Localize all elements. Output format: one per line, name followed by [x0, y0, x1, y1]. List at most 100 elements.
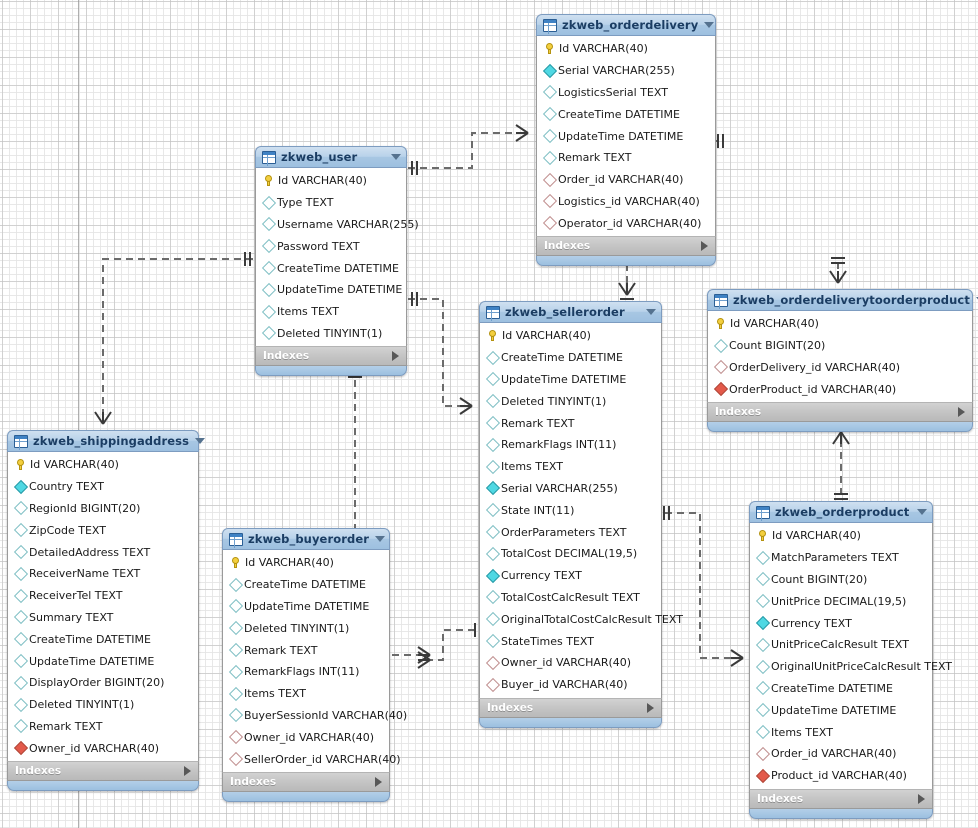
expand-indexes-icon[interactable]	[647, 702, 654, 713]
indexes-bar[interactable]: Indexes	[255, 346, 407, 367]
field-row[interactable]: Serial VARCHAR(255)	[537, 60, 715, 82]
field-row[interactable]: Items TEXT	[480, 456, 661, 478]
indexes-bar[interactable]: Indexes	[707, 402, 973, 423]
chevron-down-icon[interactable]	[704, 22, 715, 28]
field-row[interactable]: Type TEXT	[256, 192, 406, 214]
field-row[interactable]: CreateTime DATETIME	[8, 628, 198, 650]
indexes-bar[interactable]: Indexes	[479, 697, 662, 718]
field-row[interactable]: Id VARCHAR(40)	[708, 313, 972, 335]
field-row[interactable]: Deleted TINYINT(1)	[8, 694, 198, 716]
entity-header[interactable]: zkweb_user	[255, 146, 407, 168]
field-row[interactable]: RemarkFlags INT(11)	[480, 434, 661, 456]
field-row[interactable]: UnitPrice DECIMAL(19,5)	[750, 590, 932, 612]
expand-indexes-icon[interactable]	[392, 351, 399, 362]
field-row[interactable]: Id VARCHAR(40)	[8, 454, 198, 476]
field-row[interactable]: OriginalUnitPriceCalcResult TEXT	[750, 656, 952, 678]
field-row[interactable]: Buyer_id VARCHAR(40)	[480, 674, 661, 696]
entity-header[interactable]: zkweb_shippingaddress	[7, 430, 206, 452]
field-row[interactable]: OrderParameters TEXT	[480, 521, 661, 543]
field-row[interactable]: Password TEXT	[256, 235, 406, 257]
indexes-bar[interactable]: Indexes	[536, 236, 716, 257]
field-row[interactable]: OrderDelivery_id VARCHAR(40)	[708, 357, 972, 379]
expand-indexes-icon[interactable]	[375, 776, 382, 787]
field-row[interactable]: TotalCost DECIMAL(19,5)	[480, 543, 661, 565]
field-row[interactable]: Deleted TINYINT(1)	[223, 617, 389, 639]
field-row[interactable]: CreateTime DATETIME	[537, 103, 715, 125]
field-row[interactable]: OriginalTotalCostCalcResult TEXT	[480, 608, 683, 630]
entity-zkweb_orderdelivery[interactable]: zkweb_orderdelivery Id VARCHAR(40) Serial …	[536, 14, 716, 267]
field-row[interactable]: Remark TEXT	[8, 716, 198, 738]
field-row[interactable]: Country TEXT	[8, 476, 198, 498]
entity-header[interactable]: zkweb_buyerorder	[222, 528, 390, 550]
field-row[interactable]: Items TEXT	[256, 301, 406, 323]
entity-header[interactable]: zkweb_sellerorder	[479, 301, 662, 323]
field-row[interactable]: CreateTime DATETIME	[223, 574, 389, 596]
field-row[interactable]: UpdateTime DATETIME	[223, 596, 389, 618]
expand-indexes-icon[interactable]	[701, 241, 708, 252]
chevron-down-icon[interactable]	[195, 438, 206, 444]
field-row[interactable]: Remark TEXT	[537, 147, 715, 169]
field-row[interactable]: Id VARCHAR(40)	[480, 325, 661, 347]
field-row[interactable]: Owner_id VARCHAR(40)	[223, 726, 389, 748]
indexes-bar[interactable]: Indexes	[7, 761, 199, 782]
entity-zkweb_sellerorder[interactable]: zkweb_sellerorder Id VARCHAR(40) CreateTim…	[479, 301, 683, 728]
field-row[interactable]: Order_id VARCHAR(40)	[750, 743, 932, 765]
field-row[interactable]: RemarkFlags INT(11)	[223, 661, 389, 683]
field-row[interactable]: CreateTime DATETIME	[256, 257, 406, 279]
field-row[interactable]: ZipCode TEXT	[8, 519, 198, 541]
field-row[interactable]: TotalCostCalcResult TEXT	[480, 587, 661, 609]
field-row[interactable]: Deleted TINYINT(1)	[480, 390, 661, 412]
field-row[interactable]: UnitPriceCalcResult TEXT	[750, 634, 932, 656]
field-row[interactable]: ReceiverTel TEXT	[8, 585, 198, 607]
expand-indexes-icon[interactable]	[918, 793, 925, 804]
field-row[interactable]: Items TEXT	[750, 721, 932, 743]
field-row[interactable]: Currency TEXT	[750, 612, 932, 634]
field-row[interactable]: Owner_id VARCHAR(40)	[8, 737, 198, 759]
field-row[interactable]: StateTimes TEXT	[480, 630, 661, 652]
expand-indexes-icon[interactable]	[184, 766, 191, 777]
field-row[interactable]: Serial VARCHAR(255)	[480, 478, 661, 500]
field-row[interactable]: Username VARCHAR(255)	[256, 214, 419, 236]
field-row[interactable]: Operator_id VARCHAR(40)	[537, 212, 715, 234]
chevron-down-icon[interactable]	[391, 154, 401, 160]
chevron-down-icon[interactable]	[375, 536, 386, 542]
field-row[interactable]: ReceiverName TEXT	[8, 563, 198, 585]
field-row[interactable]: Count BIGINT(20)	[708, 335, 972, 357]
field-row[interactable]: Id VARCHAR(40)	[750, 525, 932, 547]
entity-zkweb_orderproduct[interactable]: zkweb_orderproduct Id VARCHAR(40) MatchPar…	[749, 501, 952, 819]
entity-header[interactable]: zkweb_orderproduct	[749, 501, 933, 523]
entity-zkweb_buyerorder[interactable]: zkweb_buyerorder Id VARCHAR(40) CreateTime…	[222, 528, 407, 802]
field-row[interactable]: DisplayOrder BIGINT(20)	[8, 672, 198, 694]
field-row[interactable]: Remark TEXT	[480, 412, 661, 434]
field-row[interactable]: Order_id VARCHAR(40)	[537, 169, 715, 191]
field-row[interactable]: Id VARCHAR(40)	[223, 552, 389, 574]
chevron-down-icon[interactable]	[646, 309, 656, 315]
indexes-bar[interactable]: Indexes	[749, 788, 933, 809]
field-row[interactable]: Deleted TINYINT(1)	[256, 323, 406, 345]
field-row[interactable]: Id VARCHAR(40)	[537, 38, 715, 60]
field-row[interactable]: UpdateTime DATETIME	[480, 369, 661, 391]
field-row[interactable]: Currency TEXT	[480, 565, 661, 587]
field-row[interactable]: Logistics_id VARCHAR(40)	[537, 191, 715, 213]
field-row[interactable]: OrderProduct_id VARCHAR(40)	[708, 378, 972, 400]
field-row[interactable]: BuyerSessionId VARCHAR(40)	[223, 705, 407, 727]
entity-header[interactable]: zkweb_orderdeliverytoorderproduct	[707, 289, 978, 311]
field-row[interactable]: UpdateTime DATETIME	[256, 279, 406, 301]
field-row[interactable]: Owner_id VARCHAR(40)	[480, 652, 661, 674]
field-row[interactable]: Summary TEXT	[8, 607, 198, 629]
field-row[interactable]: UpdateTime DATETIME	[537, 125, 715, 147]
field-row[interactable]: DetailedAddress TEXT	[8, 541, 198, 563]
entity-zkweb_user[interactable]: zkweb_user Id VARCHAR(40) Type TEXT Usernam…	[255, 146, 419, 377]
field-row[interactable]: LogisticsSerial TEXT	[537, 82, 715, 104]
field-row[interactable]: Product_id VARCHAR(40)	[750, 765, 932, 787]
chevron-down-icon[interactable]	[917, 509, 927, 515]
field-row[interactable]: Id VARCHAR(40)	[256, 170, 406, 192]
field-row[interactable]: CreateTime DATETIME	[480, 347, 661, 369]
indexes-bar[interactable]: Indexes	[222, 771, 390, 792]
expand-indexes-icon[interactable]	[958, 407, 965, 418]
entity-header[interactable]: zkweb_orderdelivery	[536, 14, 716, 36]
field-row[interactable]: State INT(11)	[480, 499, 661, 521]
entity-zkweb_orderdeliverytoorderproduct[interactable]: zkweb_orderdeliverytoorderproduct Id VARC…	[707, 289, 978, 433]
entity-zkweb_shippingaddress[interactable]: zkweb_shippingaddress Id VARCHAR(40) Count…	[7, 430, 206, 792]
field-row[interactable]: Count BIGINT(20)	[750, 569, 932, 591]
